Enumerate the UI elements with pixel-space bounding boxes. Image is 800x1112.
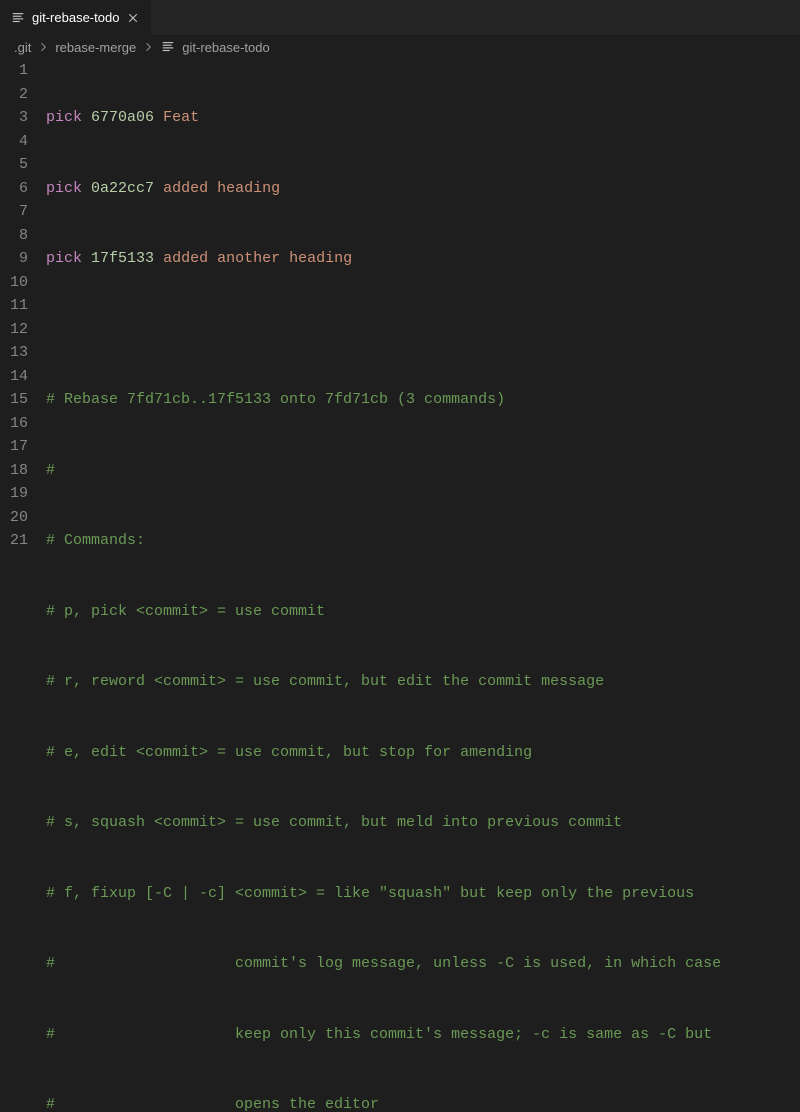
line-number-gutter: 1 2 3 4 5 6 7 8 9 10 11 12 13 14 15 16 1… <box>0 59 46 1112</box>
tab-bar: git-rebase-todo <box>0 0 800 35</box>
line-number: 17 <box>0 435 28 459</box>
commit-message: added another heading <box>163 250 352 267</box>
code-line[interactable]: # p, pick <commit> = use commit <box>46 600 800 624</box>
line-number: 10 <box>0 271 28 295</box>
code-line[interactable]: pick 6770a06 Feat <box>46 106 800 130</box>
editor[interactable]: 1 2 3 4 5 6 7 8 9 10 11 12 13 14 15 16 1… <box>0 59 800 1112</box>
line-number: 13 <box>0 341 28 365</box>
rebase-command-keyword: pick <box>46 109 82 126</box>
code-line[interactable]: # Commands: <box>46 529 800 553</box>
line-number: 16 <box>0 412 28 436</box>
rebase-command-keyword: pick <box>46 180 82 197</box>
line-number: 5 <box>0 153 28 177</box>
line-number: 21 <box>0 529 28 553</box>
breadcrumb: .git rebase-merge git-rebase-todo <box>0 35 800 59</box>
breadcrumb-seg-git[interactable]: .git <box>14 40 31 55</box>
file-icon <box>10 10 26 26</box>
line-number: 6 <box>0 177 28 201</box>
line-number: 19 <box>0 482 28 506</box>
commit-hash: 0a22cc7 <box>91 180 154 197</box>
code-line[interactable]: # e, edit <commit> = use commit, but sto… <box>46 741 800 765</box>
file-icon <box>160 39 176 55</box>
line-number: 20 <box>0 506 28 530</box>
tab-git-rebase-todo[interactable]: git-rebase-todo <box>0 0 152 35</box>
code-line[interactable]: pick 0a22cc7 added heading <box>46 177 800 201</box>
breadcrumb-seg-rebase-merge[interactable]: rebase-merge <box>55 40 136 55</box>
code-line[interactable]: # keep only this commit's message; -c is… <box>46 1023 800 1047</box>
commit-hash: 6770a06 <box>91 109 154 126</box>
code-line[interactable]: # commit's log message, unless -C is use… <box>46 952 800 976</box>
line-number: 8 <box>0 224 28 248</box>
line-number: 11 <box>0 294 28 318</box>
line-number: 2 <box>0 83 28 107</box>
chevron-right-icon <box>140 41 156 53</box>
line-number: 15 <box>0 388 28 412</box>
line-number: 3 <box>0 106 28 130</box>
line-number: 12 <box>0 318 28 342</box>
chevron-right-icon <box>35 41 51 53</box>
code-line[interactable]: # r, reword <commit> = use commit, but e… <box>46 670 800 694</box>
breadcrumb-seg-file[interactable]: git-rebase-todo <box>182 40 269 55</box>
commit-message: Feat <box>163 109 199 126</box>
code-line[interactable]: pick 17f5133 added another heading <box>46 247 800 271</box>
close-icon[interactable] <box>125 10 141 26</box>
tab-title: git-rebase-todo <box>32 10 119 25</box>
code-line[interactable]: # f, fixup [-C | -c] <commit> = like "sq… <box>46 882 800 906</box>
line-number: 18 <box>0 459 28 483</box>
rebase-command-keyword: pick <box>46 250 82 267</box>
line-number: 1 <box>0 59 28 83</box>
code-line[interactable]: # Rebase 7fd71cb..17f5133 onto 7fd71cb (… <box>46 388 800 412</box>
code-line[interactable]: # <box>46 459 800 483</box>
code-area[interactable]: pick 6770a06 Feat pick 0a22cc7 added hea… <box>46 59 800 1112</box>
code-line[interactable]: # s, squash <commit> = use commit, but m… <box>46 811 800 835</box>
line-number: 9 <box>0 247 28 271</box>
line-number: 14 <box>0 365 28 389</box>
line-number: 4 <box>0 130 28 154</box>
commit-message: added heading <box>163 180 280 197</box>
code-line[interactable]: # opens the editor <box>46 1093 800 1112</box>
code-line[interactable] <box>46 318 800 342</box>
commit-hash: 17f5133 <box>91 250 154 267</box>
line-number: 7 <box>0 200 28 224</box>
